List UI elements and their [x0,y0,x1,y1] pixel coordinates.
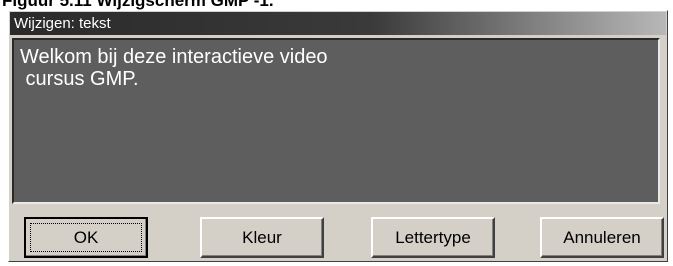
figure-caption-text: Figuur 5.11 Wijzigscherm GMP -1. [2,0,274,10]
color-button[interactable]: Kleur [200,217,324,258]
edit-text-dialog: Wijzigen: tekst Welkom bij deze interact… [8,10,668,262]
figure-caption: Figuur 5.11 Wijzigscherm GMP -1. [0,0,673,10]
dialog-titlebar: Wijzigen: tekst [10,12,666,35]
focus-rectangle [30,223,142,252]
cancel-button-label: Annuleren [563,227,641,247]
text-line: Welkom bij deze interactieve video [20,46,328,68]
font-button[interactable]: Lettertype [371,217,495,258]
color-button-label: Kleur [242,227,282,247]
cancel-button[interactable]: Annuleren [540,217,664,258]
text-edit-area[interactable]: Welkom bij deze interactieve video cursu… [12,38,660,204]
text-line: cursus GMP. [20,68,139,90]
ok-button[interactable]: OK [24,217,148,258]
dialog-title: Wijzigen: tekst [14,15,111,32]
font-button-label: Lettertype [395,227,471,247]
